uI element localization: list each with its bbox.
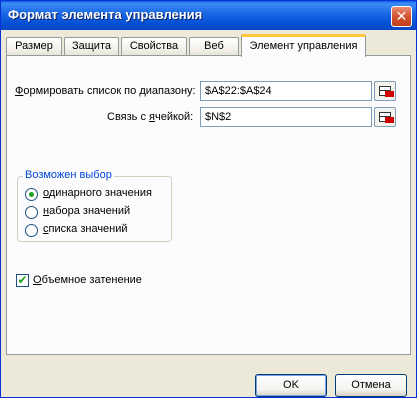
tab-properties[interactable]: Свойства	[121, 37, 187, 56]
tab-web-label: Веб	[204, 40, 224, 52]
range-ref-button[interactable]	[374, 81, 396, 101]
radio-multi-text: абора значений	[49, 205, 131, 217]
close-button[interactable]: ✕	[391, 6, 412, 27]
cancel-button[interactable]: Отмена	[335, 374, 407, 397]
cell-link-label-pre: Связь с	[107, 111, 150, 123]
radio-single-text: динарного значения	[48, 187, 152, 199]
3d-shading-label[interactable]: Объемное затенение	[33, 274, 142, 286]
radio-single[interactable]	[25, 188, 38, 201]
tab-size[interactable]: Размер	[6, 37, 62, 56]
collapse-arrow-icon	[385, 91, 394, 97]
tab-control-label: Элемент управления	[249, 40, 358, 52]
cell-link-field[interactable]: $N$2	[200, 107, 372, 127]
tab-protection[interactable]: Защита	[64, 37, 119, 56]
3d-shading-text: бъемное затенение	[41, 274, 142, 286]
radio-single-label[interactable]: одинарного значения	[43, 187, 152, 199]
range-label: Формировать список по диапазону:	[15, 85, 196, 97]
tab-properties-label: Свойства	[129, 40, 179, 52]
selection-type-title: Возможен выбор	[23, 169, 114, 181]
selection-type-group: Возможен выбор одинарного значения набор…	[17, 169, 172, 242]
collapse-arrow-icon	[385, 117, 394, 123]
dialog-window: Формат элемента управления ✕ Размер Защи…	[0, 0, 417, 398]
radio-extend-label[interactable]: списка значений	[43, 223, 128, 235]
3d-shading-accel: О	[33, 274, 42, 286]
tab-panel-control: Формировать список по диапазону: $A$22:$…	[6, 55, 411, 355]
cell-link-label-rest: чейкой:	[154, 111, 194, 123]
close-icon: ✕	[395, 8, 408, 24]
3d-shading-checkbox[interactable]: ✔	[16, 273, 29, 287]
cell-link-label: Связь с ячейкой:	[107, 111, 193, 123]
checkmark-icon: ✔	[17, 273, 28, 287]
radio-multi-label[interactable]: набора значений	[43, 205, 130, 217]
tab-strip: Размер Защита Свойства Веб Элемент управ…	[6, 34, 406, 57]
input-range-field[interactable]: $A$22:$A$24	[200, 81, 372, 101]
tab-protection-label: Защита	[72, 40, 111, 52]
window-title: Формат элемента управления	[8, 7, 203, 22]
ok-button[interactable]: OK	[255, 374, 327, 397]
tab-web[interactable]: Веб	[189, 37, 239, 56]
radio-extend[interactable]	[25, 224, 38, 237]
title-bar[interactable]: Формат элемента управления ✕	[1, 1, 416, 30]
range-label-text: ормировать список по диапазону:	[23, 85, 196, 97]
cell-link-ref-button[interactable]	[374, 107, 396, 127]
tab-size-label: Размер	[15, 40, 53, 52]
radio-multi[interactable]	[25, 206, 38, 219]
radio-extend-text: писка значений	[48, 223, 128, 235]
tab-control[interactable]: Элемент управления	[241, 34, 366, 57]
